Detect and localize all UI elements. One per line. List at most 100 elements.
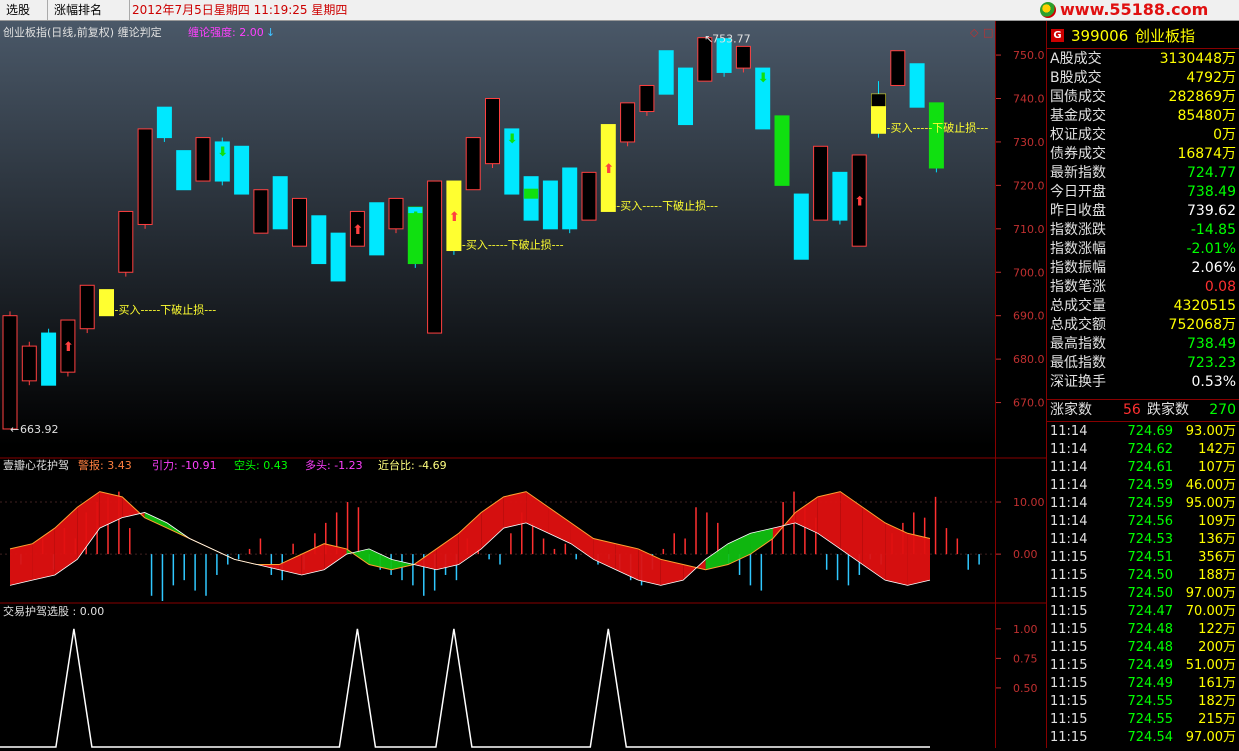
quote-row-label: 指数涨幅 (1050, 241, 1106, 257)
quote-row: B股成交 4792万 (1047, 69, 1239, 88)
bottom-title: 交易护驾选股 : 0.00 (3, 604, 104, 618)
quote-row: 指数笔涨 0.08 (1047, 278, 1239, 297)
tick-price: 724.47 (1127, 604, 1174, 619)
tick-price: 724.62 (1127, 442, 1174, 457)
high-price-label: 753.77 (712, 33, 751, 46)
down-arrow-icon: ⬇ (931, 106, 942, 121)
main-y-tick-label: 720.0 (1013, 179, 1045, 192)
main-y-tick-label: 750.0 (1013, 49, 1045, 62)
tick-time: 11:14 (1050, 478, 1088, 493)
stats-separator (1047, 399, 1239, 400)
tab-gain-ranking[interactable]: 涨幅排名 (48, 0, 130, 20)
quote-row-value: 752068万 (1168, 317, 1236, 333)
tick-volume: 93.00万 (1185, 424, 1236, 439)
tick-row[interactable]: 11:15 724.55 215万 (1047, 711, 1239, 729)
quote-code: 399006 (1071, 27, 1129, 45)
quote-row-value: 4792万 (1186, 70, 1236, 86)
tick-row[interactable]: 11:15 724.51 356万 (1047, 549, 1239, 567)
tick-volume: 188万 (1198, 568, 1236, 583)
quote-row-value: 724.77 (1187, 165, 1236, 181)
quote-panel: G 399006 创业板指 A股成交 3130448万 B股成交 4792万 国债成交 2… (1046, 21, 1239, 748)
candle-highlight (524, 188, 539, 199)
quote-row-value: 4320515 (1173, 298, 1236, 314)
candle-body (620, 102, 636, 143)
breadth-up-label: 涨家数 (1050, 402, 1092, 418)
high-marker-icon: ↖ (704, 33, 713, 46)
indicator-down-arrow-icon: ↓ (266, 26, 275, 39)
tick-row[interactable]: 11:15 724.50 97.00万 (1047, 585, 1239, 603)
quote-row-value: -14.85 (1190, 222, 1236, 238)
buy-signal-label: --买入-----下破止损--- (883, 120, 989, 134)
candle-body (311, 215, 327, 265)
oscillator-band (503, 491, 527, 529)
quote-row-value: 85480万 (1177, 108, 1236, 124)
main-y-tick-label: 740.0 (1013, 93, 1045, 106)
tick-price: 724.48 (1127, 622, 1174, 637)
tick-row[interactable]: 11:14 724.53 136万 (1047, 531, 1239, 549)
chart-svg[interactable]: 创业板指(日线,前复权) 缠论判定 缠论强度: 2.00 ↓ ◇ □ 750.0… (0, 21, 1046, 748)
site-logo[interactable]: www.55188.com (1040, 0, 1208, 20)
tick-row[interactable]: 11:14 724.69 93.00万 (1047, 423, 1239, 441)
buy-signal-label: --买入-----下破止损--- (612, 198, 718, 212)
up-arrow-icon: ⬆ (854, 195, 865, 210)
tick-volume: 200万 (1198, 640, 1236, 655)
main-indicator: 缠论强度: 2.00 (188, 25, 264, 39)
quote-row-label: 最低指数 (1050, 355, 1106, 371)
candle-highlight (871, 94, 886, 107)
quote-row-label: 最高指数 (1050, 336, 1106, 352)
close-icon[interactable]: □ (983, 26, 993, 39)
tick-row[interactable]: 11:15 724.49 51.00万 (1047, 657, 1239, 675)
tick-price: 724.48 (1127, 640, 1174, 655)
quote-row-value: 739.62 (1187, 203, 1236, 219)
tick-price: 724.55 (1127, 694, 1174, 709)
main-y-tick-label: 700.0 (1013, 266, 1045, 279)
tick-row[interactable]: 11:14 724.59 95.00万 (1047, 495, 1239, 513)
low-marker-icon: ← (10, 423, 19, 436)
tick-time: 11:15 (1050, 550, 1088, 565)
main-title: 创业板指(日线,前复权) 缠论判定 (3, 25, 162, 39)
quote-row: 深证换手 0.53% (1047, 373, 1239, 392)
candle-body (234, 145, 250, 195)
tick-row[interactable]: 11:14 724.56 109万 (1047, 513, 1239, 531)
tick-volume: 51.00万 (1185, 658, 1236, 673)
signal-line (0, 628, 930, 748)
breadth-row: 涨家数 56 跌家数 270 (1047, 401, 1239, 420)
tick-volume: 70.00万 (1185, 604, 1236, 619)
chart-area[interactable]: 创业板指(日线,前复权) 缠论判定 缠论强度: 2.00 ↓ ◇ □ 750.0… (0, 21, 1046, 748)
tick-volume: 356万 (1198, 550, 1236, 565)
tick-row[interactable]: 11:14 724.59 46.00万 (1047, 477, 1239, 495)
diamond-icon[interactable]: ◇ (970, 26, 979, 39)
main-y-axis: 750.0 740.0 730.0 720.0 710.0 700.0 690.0 680.0… (996, 49, 1045, 410)
tick-row[interactable]: 11:14 724.61 107万 (1047, 459, 1239, 477)
quote-row: 基金成交 85480万 (1047, 107, 1239, 126)
tick-time: 11:14 (1050, 424, 1088, 439)
tick-row[interactable]: 11:15 724.49 161万 (1047, 675, 1239, 693)
down-arrow-icon: ⬇ (758, 71, 769, 86)
up-arrow-icon: ⬆ (63, 340, 74, 355)
tick-volume: 215万 (1198, 712, 1236, 727)
tick-price: 724.50 (1127, 568, 1174, 583)
tick-row[interactable]: 11:14 724.62 142万 (1047, 441, 1239, 459)
candle-body (2, 315, 18, 430)
tick-time: 11:15 (1050, 604, 1088, 619)
tick-row[interactable]: 11:15 724.48 122万 (1047, 621, 1239, 639)
quote-row-value: 723.23 (1187, 355, 1236, 371)
g-badge-icon[interactable]: G (1051, 29, 1064, 42)
tick-row[interactable]: 11:15 724.48 200万 (1047, 639, 1239, 657)
tick-row[interactable]: 11:15 724.50 188万 (1047, 567, 1239, 585)
tick-price: 724.59 (1127, 496, 1174, 511)
tick-row[interactable]: 11:15 724.55 182万 (1047, 693, 1239, 711)
header-separator (1047, 48, 1239, 49)
candle-body (735, 45, 751, 69)
tick-row[interactable]: 11:15 724.47 70.00万 (1047, 603, 1239, 621)
tick-time: 11:15 (1050, 658, 1088, 673)
middle-title: 壹瓣心花护驾 (3, 458, 69, 472)
quote-row-label: 总成交额 (1050, 317, 1106, 333)
tab-stock-picker[interactable]: 选股 (0, 0, 48, 20)
quote-header: G 399006 创业板指 (1047, 25, 1239, 47)
main-y-tick-label: 710.0 (1013, 223, 1045, 236)
tick-row[interactable]: 11:15 724.54 97.00万 (1047, 729, 1239, 747)
quote-row: 指数涨幅 -2.01% (1047, 240, 1239, 259)
quote-row-label: 最新指数 (1050, 165, 1106, 181)
quote-row-label: 指数振幅 (1050, 260, 1106, 276)
